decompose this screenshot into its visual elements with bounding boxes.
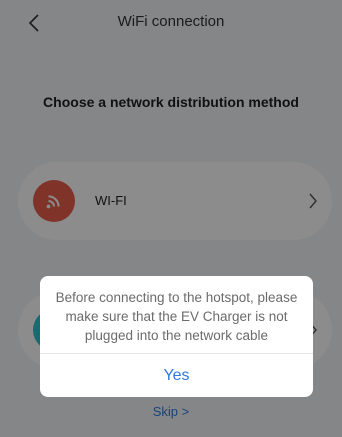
confirm-dialog: Before connecting to the hotspot, please… (40, 276, 313, 397)
yes-button[interactable]: Yes (40, 354, 313, 397)
dialog-message: Before connecting to the hotspot, please… (55, 290, 298, 343)
